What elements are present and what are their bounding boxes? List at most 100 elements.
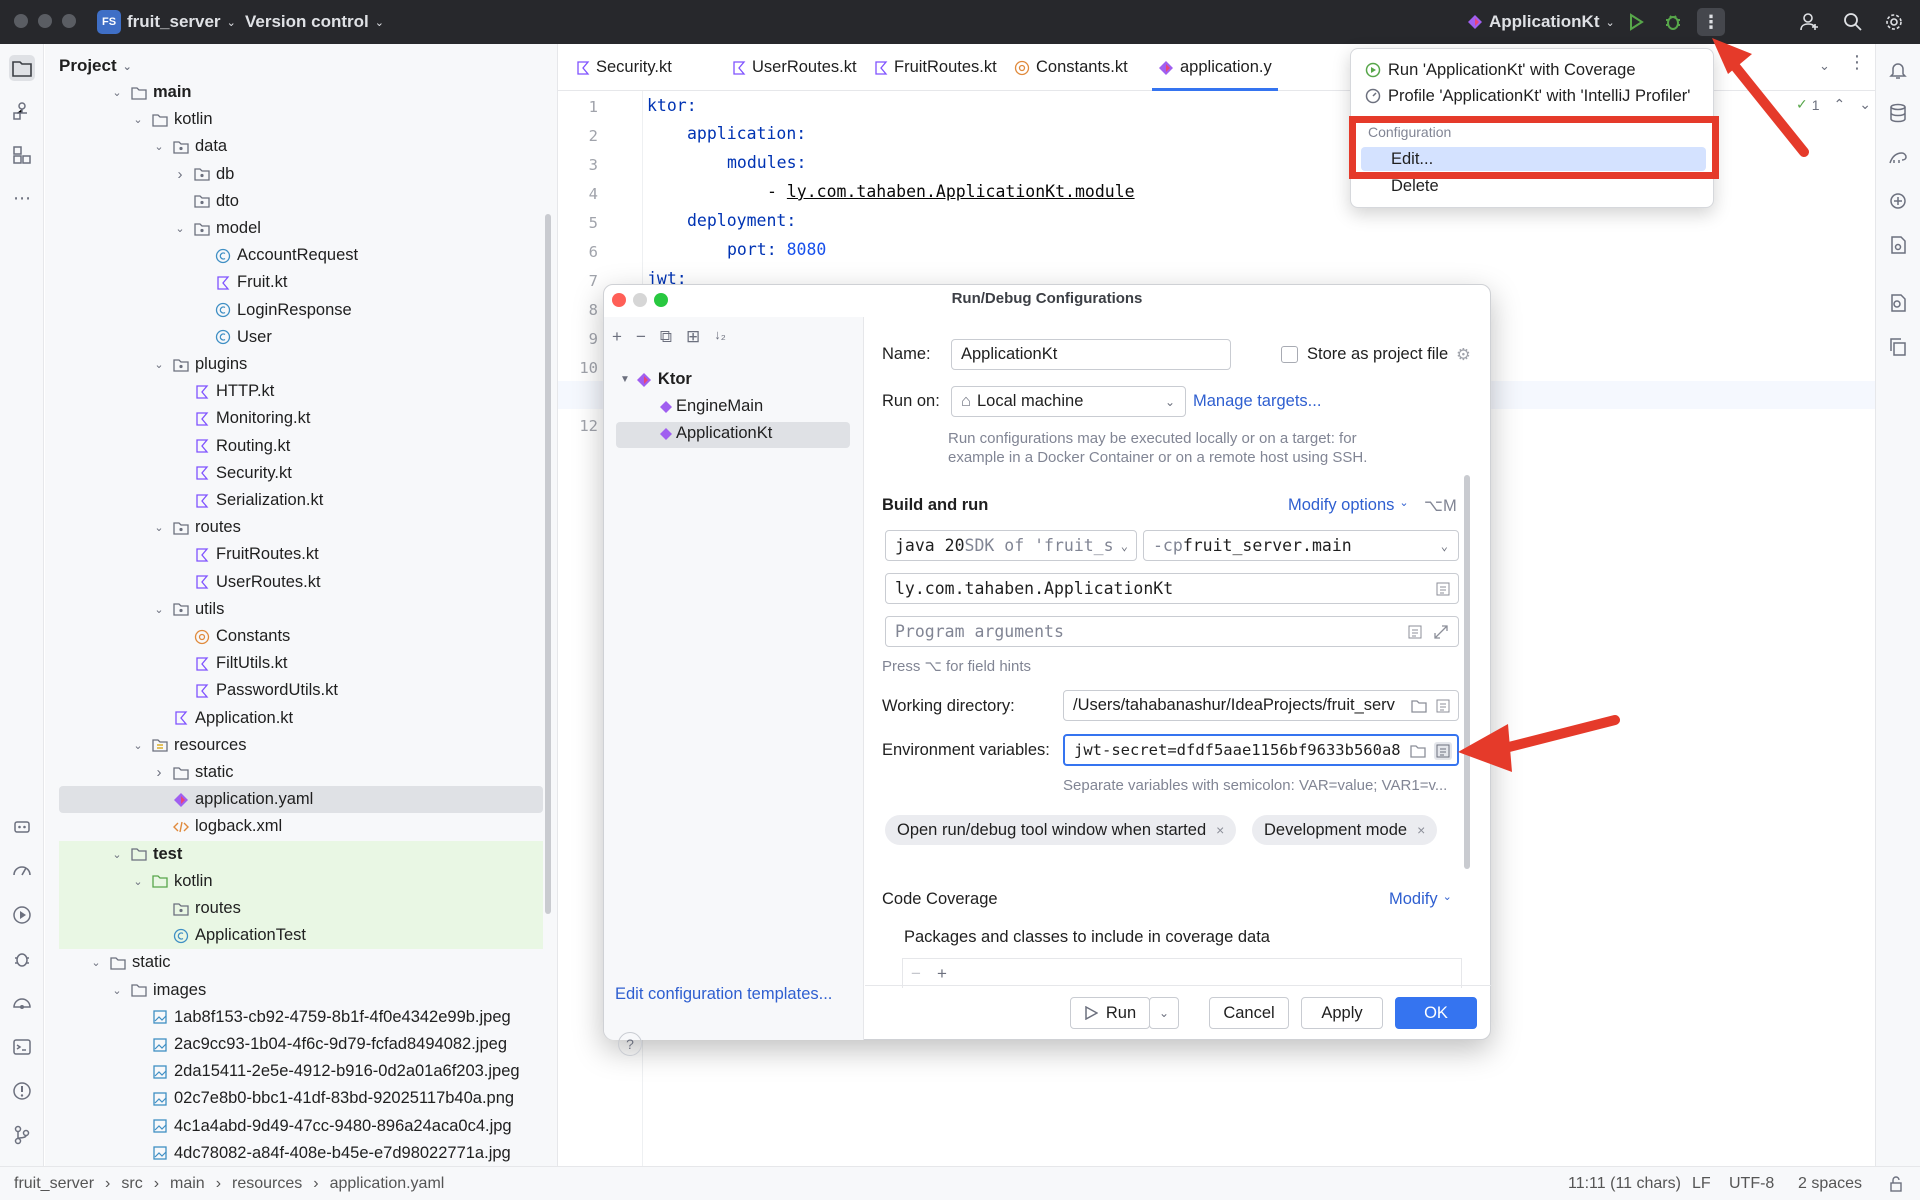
window-minimize-button[interactable] xyxy=(38,14,52,28)
project-switcher[interactable]: FS fruit_server ⌄ xyxy=(97,0,236,44)
run-tool-icon[interactable] xyxy=(9,902,35,928)
terminal-tool-icon[interactable] xyxy=(9,1034,35,1060)
tree-item[interactable]: User xyxy=(59,324,543,351)
tree-item[interactable]: 02c7e8b0-bbc1-41df-83bd-92025117b40a.png xyxy=(59,1085,543,1112)
tree-item[interactable]: ⌄ resources xyxy=(59,732,543,759)
database-icon[interactable] xyxy=(1885,100,1911,126)
working-directory-field[interactable]: /Users/tahabanashur/IdeaProjects/fruit_s… xyxy=(1063,690,1459,721)
program-arguments-field[interactable]: Program arguments xyxy=(885,616,1459,647)
search-icon[interactable] xyxy=(1839,8,1867,36)
tree-item[interactable]: ⌄ model xyxy=(59,215,543,242)
ok-button[interactable]: OK xyxy=(1395,997,1477,1029)
tree-item[interactable]: ⌄ test xyxy=(59,840,543,868)
chevron-down-icon[interactable]: ⌄ xyxy=(152,358,166,371)
yaml-module-value[interactable]: ly.com.tahaben.ApplicationKt.module xyxy=(787,182,1135,201)
profiler-tool-icon[interactable] xyxy=(9,858,35,884)
project-tool-icon[interactable] xyxy=(9,55,35,81)
tree-item[interactable]: 1ab8f153-cb92-4759-8b1f-4f0e4342e99b.jpe… xyxy=(59,1004,543,1031)
breadcrumb-item[interactable]: src xyxy=(121,1175,142,1193)
debug-icon[interactable] xyxy=(1659,8,1687,36)
copy-file-icon[interactable] xyxy=(1885,334,1911,360)
tree-item[interactable]: Monitoring.kt xyxy=(59,405,543,432)
tree-item[interactable]: ⌄ static xyxy=(59,949,543,976)
modify-options-link[interactable]: Modify options ⌄ xyxy=(1288,496,1409,515)
caret-position[interactable]: 11:11 (11 chars) xyxy=(1568,1167,1681,1200)
tree-item[interactable]: ⌄ main xyxy=(59,79,543,106)
breadcrumb-item[interactable]: fruit_server xyxy=(14,1175,94,1193)
search-file-icon[interactable] xyxy=(1885,290,1911,316)
chevron-down-icon[interactable]: ⌄ xyxy=(152,603,166,616)
tree-node-ktor[interactable]: ▼ Ktor xyxy=(620,370,692,389)
run-options-dropdown[interactable]: ⌄ xyxy=(1149,997,1179,1029)
folder-icon[interactable] xyxy=(1409,742,1427,760)
tree-item[interactable]: Fruit.kt xyxy=(59,269,543,296)
browse-list-icon[interactable] xyxy=(1434,580,1452,598)
breadcrumb-item[interactable]: resources xyxy=(232,1175,302,1193)
editor-tab[interactable]: FruitRoutes.kt xyxy=(874,44,997,91)
classpath-dropdown[interactable]: -cp fruit_server.main ⌄ xyxy=(1143,530,1459,561)
profile-item[interactable]: Profile 'ApplicationKt' with 'IntelliJ P… xyxy=(1365,83,1690,109)
tree-item[interactable]: Serialization.kt xyxy=(59,487,543,514)
tree-item[interactable]: PasswordUtils.kt xyxy=(59,677,543,704)
apply-button[interactable]: Apply xyxy=(1301,997,1383,1029)
copy-icon[interactable]: ⧉ xyxy=(660,327,672,347)
expand-icon[interactable] xyxy=(1432,623,1450,641)
chevron-up-icon[interactable]: ⌃ xyxy=(1834,96,1846,113)
git-tool-icon[interactable] xyxy=(9,1122,35,1148)
tree-item[interactable]: ⌄ kotlin xyxy=(59,867,543,895)
help-icon[interactable]: ? xyxy=(618,1032,642,1056)
project-tree-scrollbar[interactable] xyxy=(545,214,551,914)
tree-node-enginemain[interactable]: EngineMain xyxy=(660,397,763,416)
editor-tab[interactable]: UserRoutes.kt xyxy=(732,44,857,91)
tree-item[interactable]: FiltUtils.kt xyxy=(59,650,543,677)
chevron-down-icon[interactable]: ⌄ xyxy=(152,521,166,534)
lock-icon[interactable] xyxy=(1888,1167,1904,1200)
chevron-down-icon[interactable]: ⌄ xyxy=(131,113,145,126)
services-tool-icon[interactable] xyxy=(9,142,35,168)
chip-development-mode[interactable]: Development mode × xyxy=(1252,815,1438,845)
line-separator[interactable]: LF xyxy=(1692,1167,1711,1200)
gear-icon[interactable]: ⚙ xyxy=(1456,345,1471,365)
tree-item[interactable]: AccountRequest xyxy=(59,242,543,269)
close-icon[interactable]: × xyxy=(1216,822,1224,838)
editor-tab[interactable]: application.y xyxy=(1152,44,1278,91)
folder-icon[interactable] xyxy=(1410,697,1428,715)
tree-item[interactable]: › static xyxy=(59,759,543,786)
cancel-button[interactable]: Cancel xyxy=(1209,997,1289,1029)
remove-icon[interactable]: − xyxy=(636,327,646,347)
coverage-tool-icon[interactable] xyxy=(9,990,35,1016)
environment-variables-field[interactable]: jwt-secret=dfdf5aae1156bf9633b560a8 xyxy=(1063,734,1459,766)
main-class-field[interactable]: ly.com.tahaben.ApplicationKt xyxy=(885,573,1459,604)
breadcrumb-item[interactable]: main xyxy=(170,1175,205,1193)
manage-targets-link[interactable]: Manage targets... xyxy=(1193,392,1321,411)
run-button[interactable]: Run xyxy=(1070,997,1150,1029)
window-close-button[interactable] xyxy=(14,14,28,28)
remove-icon[interactable]: − xyxy=(911,964,921,984)
notifications-icon[interactable] xyxy=(1885,57,1911,83)
gradle-icon[interactable] xyxy=(1885,144,1911,170)
dialog-scrollbar[interactable] xyxy=(1464,475,1470,869)
run-on-dropdown[interactable]: ⌂ Local machine ⌄ xyxy=(951,386,1186,417)
browse-list-icon[interactable] xyxy=(1406,623,1424,641)
tree-item[interactable]: FruitRoutes.kt xyxy=(59,541,543,568)
structure-tool-icon[interactable] xyxy=(9,98,35,124)
breadcrumb-item[interactable]: application.yaml xyxy=(330,1175,445,1193)
run-config-selector[interactable]: ApplicationKt ⌄ xyxy=(1467,0,1615,44)
file-encoding[interactable]: UTF-8 xyxy=(1729,1167,1774,1200)
problems-tool-icon[interactable] xyxy=(9,1078,35,1104)
chevron-down-icon[interactable]: ⌄ xyxy=(173,222,187,235)
tab-more-icon[interactable]: ⋮ xyxy=(1848,52,1866,73)
debug-tool-icon[interactable] xyxy=(9,946,35,972)
modify-coverage-link[interactable]: Modify ⌄ xyxy=(1389,890,1452,909)
chevron-down-icon[interactable]: ⌄ xyxy=(131,739,145,752)
add-icon[interactable]: + xyxy=(937,964,947,984)
run-icon[interactable] xyxy=(1622,8,1650,36)
run-with-coverage-item[interactable]: Run 'ApplicationKt' with Coverage xyxy=(1365,57,1636,83)
tree-node-applicationkt[interactable]: ApplicationKt xyxy=(660,424,772,443)
tree-item[interactable]: ⌄ routes xyxy=(59,514,543,541)
tree-item[interactable]: ⌄ utils xyxy=(59,596,543,623)
indent-setting[interactable]: 2 spaces xyxy=(1798,1167,1862,1200)
name-field[interactable]: ApplicationKt xyxy=(951,339,1231,370)
chevron-down-icon[interactable]: ⌄ xyxy=(152,140,166,153)
tree-item[interactable]: 2da15411-2e5e-4912-b916-0d2a01a6f203.jpe… xyxy=(59,1058,543,1085)
